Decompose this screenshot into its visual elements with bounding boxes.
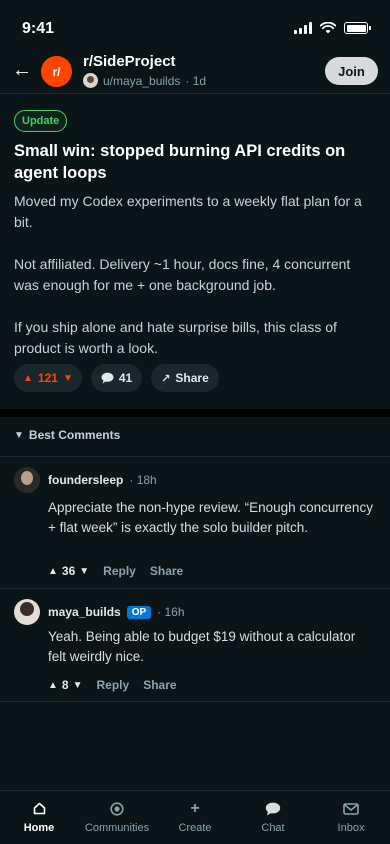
post-body: Moved my Codex experiments to a weekly f…	[14, 191, 376, 380]
commenter-avatar[interactable]	[14, 599, 40, 625]
vote-count: 121	[37, 371, 58, 385]
nav-label: Home	[23, 821, 55, 834]
battery-icon	[344, 22, 371, 34]
join-button[interactable]: Join	[325, 57, 378, 85]
comment-vote: ▲ 8 ▼	[48, 678, 83, 692]
comment-body: Appreciate the non-hype review. “Enough …	[48, 500, 373, 535]
comment-author[interactable]: maya_builds	[48, 605, 121, 619]
bottom-nav: Home Communities + Create Chat Inbox	[0, 790, 390, 844]
comment-actions: ▲ 8 ▼ Reply Share	[48, 678, 177, 692]
share-label: Share	[175, 371, 209, 385]
status-bar: 9:41	[0, 0, 390, 48]
subreddit-name[interactable]: r/SideProject	[83, 53, 176, 70]
post-paragraph: Not affiliated. Delivery ~1 hour, docs f…	[14, 256, 351, 293]
comment-vote: ▲ 36 ▼	[48, 564, 89, 578]
comment-sort[interactable]: ▼ Best Comments	[14, 428, 120, 442]
comment-share-button[interactable]: Share	[143, 678, 176, 692]
comment-header: foundersleep · 18h	[48, 473, 157, 487]
divider	[0, 701, 390, 702]
nav-chat[interactable]: Chat	[234, 791, 312, 844]
comment-vote-count: 8	[61, 678, 69, 692]
vote-pill: ▲ 121 ▼	[14, 364, 82, 392]
comment-count: 41	[118, 371, 133, 385]
signal-icon	[294, 22, 312, 34]
nav-label: Chat	[261, 821, 285, 834]
share-button[interactable]: ↗ Share	[151, 364, 219, 392]
post-flair: Update	[14, 110, 68, 132]
comment-author[interactable]: foundersleep	[48, 473, 123, 487]
status-time: 9:41	[22, 20, 55, 37]
back-arrow-icon[interactable]: ←	[10, 58, 34, 82]
post-header: ← r/ r/SideProject u/maya_builds · 1d Jo…	[0, 48, 390, 94]
comment-actions: ▲ 36 ▼ Reply Share	[48, 564, 183, 578]
wifi-icon	[320, 22, 336, 34]
comment-icon	[101, 372, 114, 384]
post-paragraph: If you ship alone and hate surprise bill…	[14, 319, 337, 356]
divider	[0, 588, 390, 589]
post-paragraph: Moved my Codex experiments to a weekly f…	[14, 193, 362, 230]
author-avatar	[83, 73, 98, 88]
upvote-icon[interactable]: ▲	[48, 566, 58, 577]
downvote-icon[interactable]: ▼	[73, 680, 83, 691]
nav-home[interactable]: Home	[0, 791, 78, 844]
section-divider	[0, 409, 390, 417]
nav-communities[interactable]: Communities	[78, 791, 156, 844]
comment-header: maya_builds OP · 16h	[48, 605, 185, 619]
post-age: · 1d	[185, 73, 207, 88]
nav-inbox[interactable]: Inbox	[312, 791, 390, 844]
downvote-icon[interactable]: ▼	[79, 566, 89, 577]
upvote-icon[interactable]: ▲	[23, 373, 33, 384]
inbox-icon	[343, 802, 359, 816]
nav-label: Inbox	[337, 821, 365, 834]
nav-create[interactable]: + Create	[156, 791, 234, 844]
comments-button[interactable]: 41	[90, 364, 143, 392]
downvote-icon[interactable]: ▼	[63, 373, 73, 384]
comment-body: Yeah. Being able to budget $19 without a…	[48, 629, 356, 664]
communities-icon	[110, 801, 124, 816]
divider	[0, 456, 390, 457]
post-title: Small win: stopped burning API credits o…	[14, 142, 346, 182]
chat-icon	[265, 802, 281, 816]
comment-share-button[interactable]: Share	[150, 564, 183, 578]
reply-button[interactable]: Reply	[103, 564, 136, 578]
post-actions: ▲ 121 ▼ 41 ↗ Share	[14, 364, 219, 392]
op-badge: OP	[126, 605, 152, 619]
comment-time: · 16h	[157, 605, 185, 619]
sort-label: Best Comments	[28, 428, 121, 442]
nav-label: Communities	[84, 821, 150, 834]
reply-button[interactable]: Reply	[97, 678, 130, 692]
subreddit-avatar[interactable]: r/	[41, 56, 72, 87]
nav-label: Create	[178, 821, 212, 834]
upvote-icon[interactable]: ▲	[48, 680, 58, 691]
commenter-avatar[interactable]	[14, 467, 40, 493]
home-icon	[33, 802, 46, 816]
post-meta: u/maya_builds · 1d	[83, 73, 206, 88]
author-name[interactable]: u/maya_builds	[103, 74, 180, 88]
status-icons	[294, 22, 371, 34]
comment-vote-count: 36	[61, 564, 76, 578]
share-icon: ↗	[161, 372, 171, 385]
plus-icon: +	[190, 799, 200, 817]
comment-time: · 18h	[129, 473, 157, 487]
caret-down-icon: ▼	[14, 429, 24, 441]
